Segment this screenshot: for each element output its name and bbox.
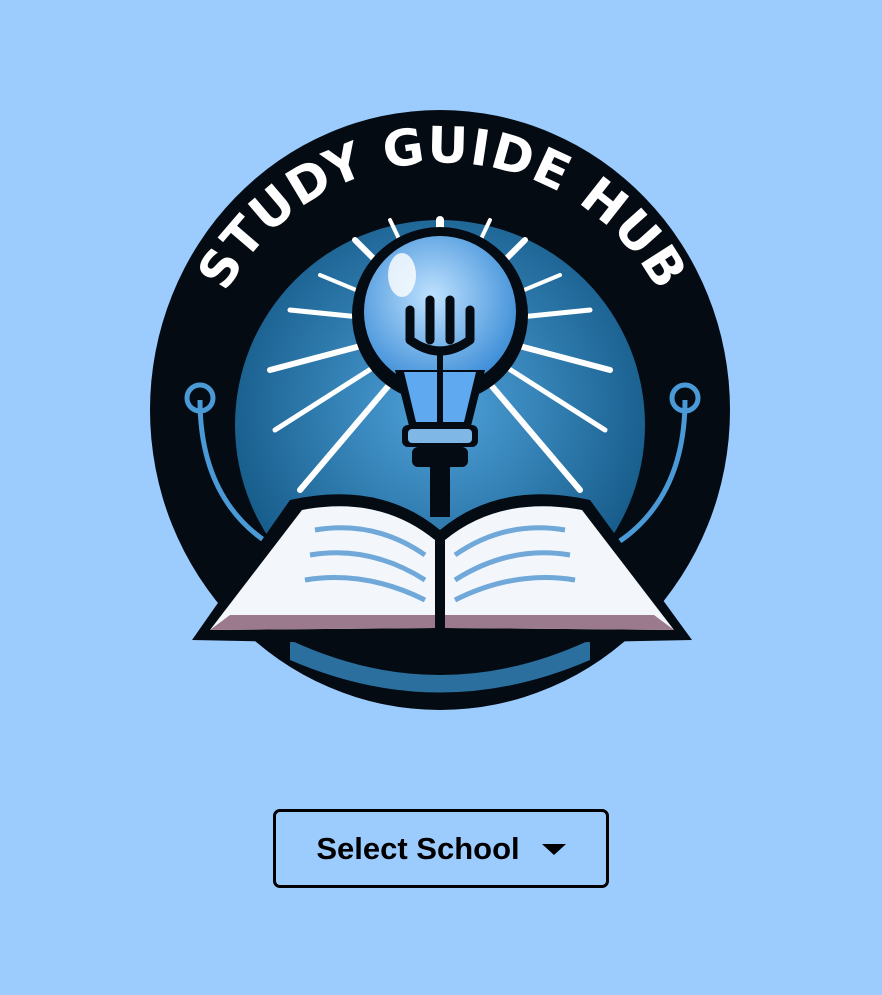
study-guide-hub-logo: STUDY GUIDE HUB <box>140 100 740 720</box>
select-school-button[interactable]: Select School <box>273 809 609 888</box>
select-school-label: Select School <box>316 830 520 866</box>
caret-down-icon <box>541 844 566 855</box>
logo-graphic: STUDY GUIDE HUB <box>150 110 730 710</box>
